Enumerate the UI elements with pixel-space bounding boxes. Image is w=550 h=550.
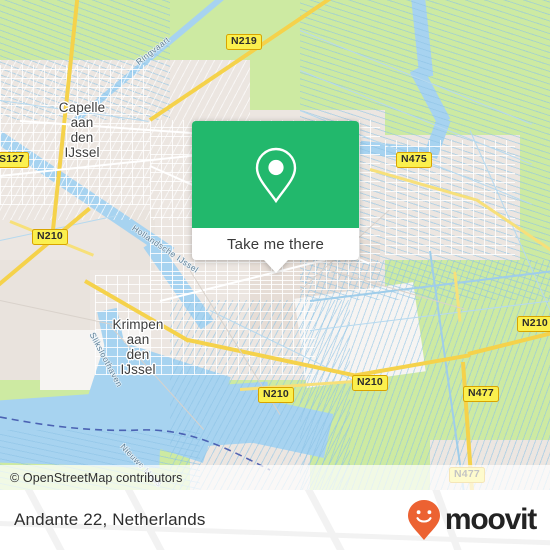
map-pin-icon [255,147,296,203]
popup-header [192,121,359,228]
bottom-bar: Andante 22, Netherlands moovit [0,490,550,550]
moovit-logo: moovit [407,490,537,550]
map-popup[interactable]: Take me there [192,121,359,273]
map-canvas[interactable]: Capelle aan den IJssel Krimpen aan den I… [0,0,550,490]
map-attribution: © OpenStreetMap contributors [0,465,550,490]
moovit-wordmark: moovit [444,503,537,536]
screenshot-root: Capelle aan den IJssel Krimpen aan den I… [0,0,550,550]
popup-footer[interactable]: Take me there [192,228,359,260]
attribution-text: © OpenStreetMap contributors [10,470,183,485]
take-me-there-label: Take me there [227,235,324,253]
popup-pointer [263,260,288,273]
moovit-smiley-pin-icon [407,500,440,540]
location-title: Andante 22, Netherlands [14,510,206,529]
